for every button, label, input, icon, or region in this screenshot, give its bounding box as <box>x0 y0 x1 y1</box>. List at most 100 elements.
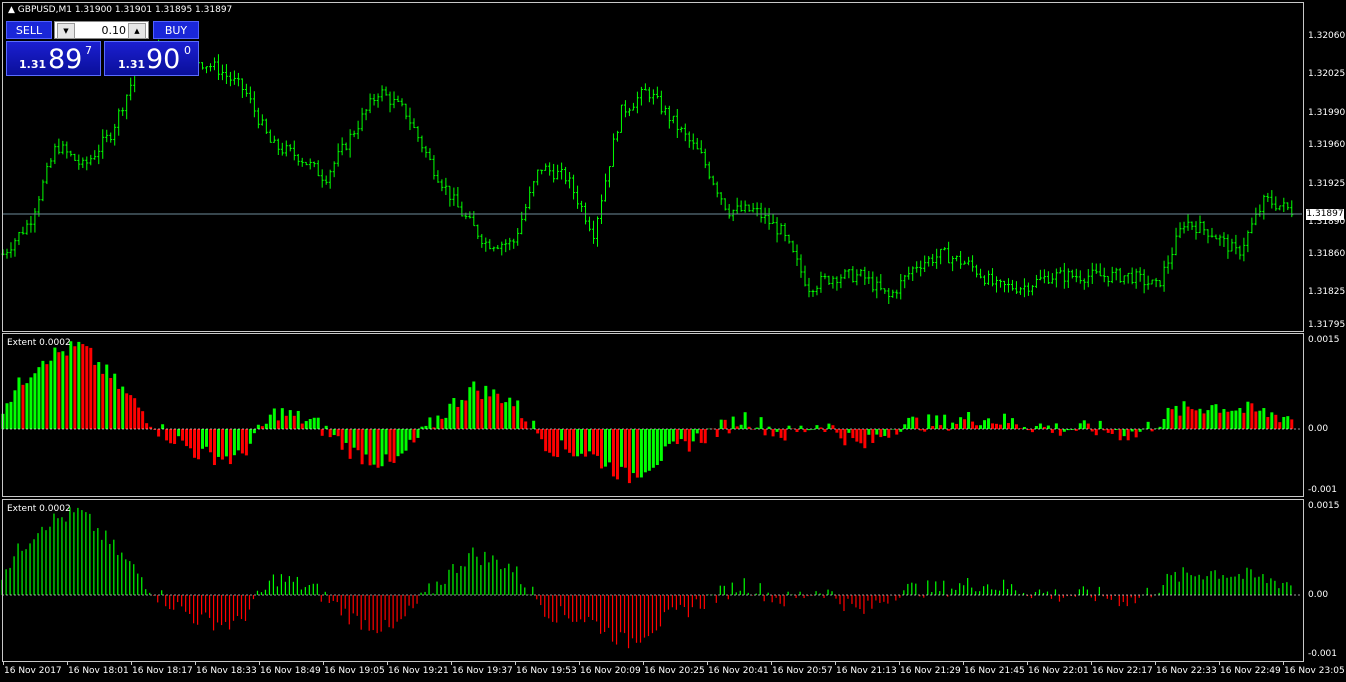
histogram-bar <box>552 429 556 457</box>
price-bar <box>831 275 835 289</box>
price-bar <box>300 157 304 167</box>
price-bar <box>420 135 424 153</box>
histogram-bar <box>456 572 458 595</box>
price-bar <box>1250 217 1254 234</box>
price-bar <box>1090 262 1094 284</box>
price-bar <box>851 266 855 283</box>
time-tick <box>515 661 516 665</box>
histogram-bar <box>1166 573 1168 595</box>
lot-size-field[interactable]: ▼ 0.10 ▲ <box>54 21 149 39</box>
histogram-bar <box>883 595 885 602</box>
price-bar <box>663 105 667 116</box>
histogram-bar <box>1038 589 1041 595</box>
histogram-bar <box>428 417 432 429</box>
price-bar <box>867 270 871 284</box>
price-bar <box>1170 247 1174 270</box>
histogram-bar <box>81 510 83 595</box>
histogram-bar <box>600 429 603 469</box>
time-label: 16 Nov 19:53 <box>516 666 577 676</box>
buy-button[interactable]: BUY <box>153 21 199 39</box>
histogram-bar <box>771 429 775 437</box>
histogram-bar <box>607 429 611 463</box>
histogram-bar <box>635 429 639 478</box>
histogram-bar <box>1274 414 1278 429</box>
histogram-bar <box>639 429 643 478</box>
histogram-bar <box>412 429 416 443</box>
histogram-bar <box>169 429 173 444</box>
price-bar <box>548 162 552 176</box>
histogram-bar <box>185 595 187 612</box>
buy-price-display[interactable]: 1.31 90 0 <box>104 41 199 76</box>
histogram-bar <box>73 512 75 595</box>
histogram-bar <box>268 414 272 429</box>
histogram-bar <box>827 589 829 595</box>
price-bar <box>919 260 923 277</box>
price-bar <box>69 150 73 157</box>
histogram-bar <box>727 595 729 600</box>
price-bar <box>292 140 296 161</box>
histogram-bar <box>45 364 49 429</box>
histogram-bar <box>963 585 965 595</box>
price-tick: 1.31825 <box>1308 287 1346 297</box>
histogram-bar <box>1182 401 1186 429</box>
histogram-bar <box>380 595 382 632</box>
histogram-bar <box>524 587 526 595</box>
histogram-bar <box>1262 574 1264 595</box>
indicator2-label: Extent 0.0002 <box>7 504 71 514</box>
histogram-bar <box>1170 409 1174 429</box>
histogram-bar <box>416 595 418 604</box>
histogram-bar <box>376 429 380 468</box>
chart-canvas[interactable] <box>0 0 1346 682</box>
lot-size-value[interactable]: 0.10 <box>102 24 127 37</box>
histogram-bar <box>89 347 93 429</box>
time-label: 16 Nov 18:33 <box>196 666 257 676</box>
price-bar <box>771 214 775 224</box>
price-bar <box>1246 230 1250 253</box>
price-bar <box>879 274 883 291</box>
histogram-bar <box>276 586 279 595</box>
histogram-bar <box>627 595 630 649</box>
histogram-bar <box>907 417 911 429</box>
histogram-bar <box>607 595 610 628</box>
price-bar <box>21 226 25 235</box>
histogram-bar <box>320 595 322 602</box>
buy-price-fraction: 0 <box>184 44 191 57</box>
price-bar <box>863 266 867 285</box>
chart-title: ▲ GBPUSD,M1 1.31900 1.31901 1.31895 1.31… <box>8 5 232 15</box>
histogram-bar <box>560 595 562 607</box>
histogram-bar <box>228 595 231 630</box>
histogram-bar <box>260 592 263 595</box>
time-label: 16 Nov 22:49 <box>1220 666 1281 676</box>
lot-increase-icon[interactable]: ▲ <box>128 23 146 39</box>
histogram-bar <box>452 564 454 595</box>
histogram-bar <box>360 429 364 465</box>
histogram-bar <box>999 424 1002 429</box>
histogram-bar <box>739 590 741 595</box>
price-bar <box>715 181 719 198</box>
price-bar <box>532 180 536 197</box>
histogram-bar <box>220 595 223 626</box>
histogram-bar <box>392 595 394 629</box>
histogram-bar <box>528 594 530 596</box>
histogram-bar <box>33 373 37 429</box>
lot-decrease-icon[interactable]: ▼ <box>57 23 75 39</box>
histogram-bar <box>611 595 614 642</box>
histogram-bar <box>432 593 434 595</box>
price-bar <box>951 255 955 272</box>
histogram-bar <box>296 576 298 595</box>
sell-button[interactable]: SELL <box>6 21 52 39</box>
sell-price-display[interactable]: 1.31 89 7 <box>6 41 101 76</box>
collapse-arrow-icon[interactable]: ▲ <box>8 5 15 15</box>
price-bar <box>683 123 687 142</box>
histogram-bar <box>623 595 626 634</box>
price-bar <box>456 186 460 208</box>
histogram-bar <box>959 417 963 429</box>
histogram-bar <box>955 423 959 429</box>
price-bar <box>412 118 416 129</box>
price-bar <box>923 255 927 272</box>
histogram-bar <box>600 595 602 634</box>
price-bar <box>244 83 248 97</box>
histogram-bar <box>312 583 314 595</box>
histogram-bar <box>783 429 787 441</box>
histogram-bar <box>659 429 663 461</box>
